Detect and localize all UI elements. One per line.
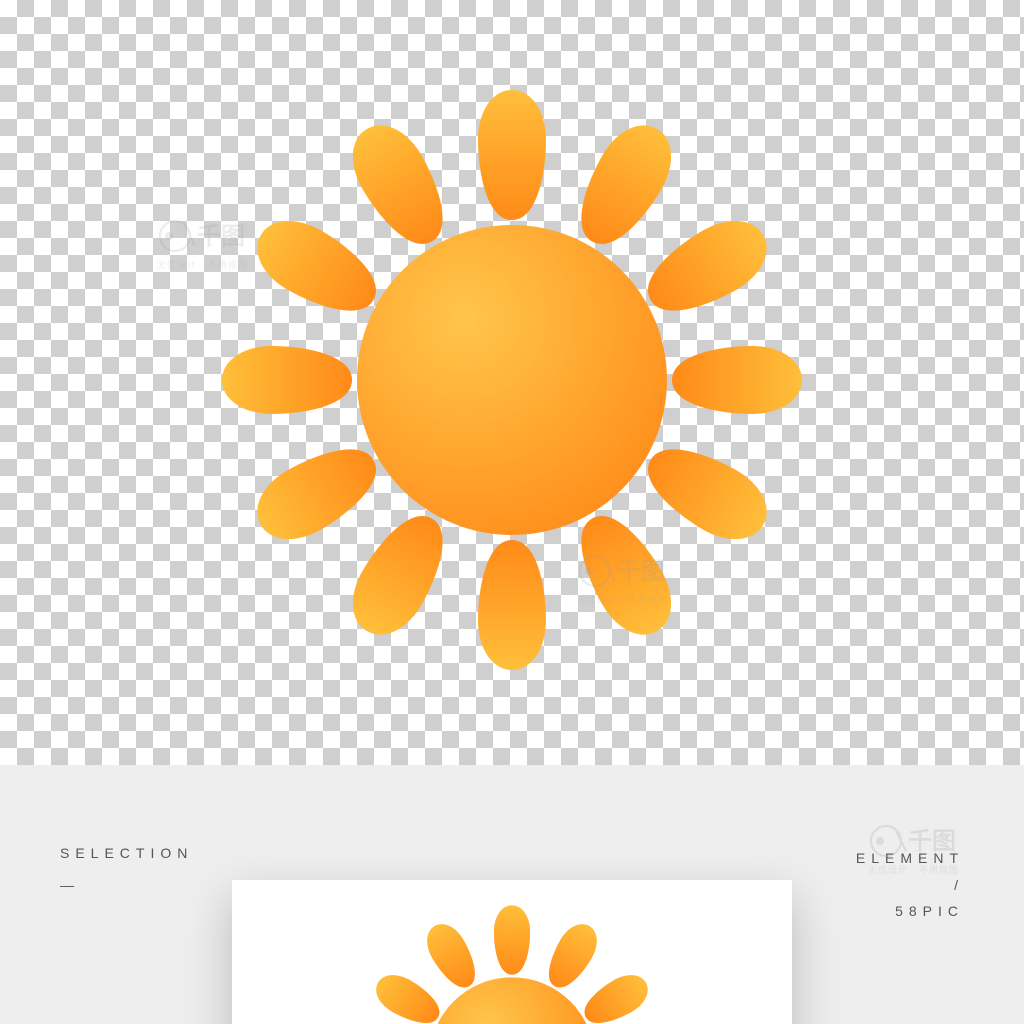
label-selection: SELECTION	[60, 845, 193, 861]
sun-icon	[352, 900, 672, 1024]
label-element: ELEMENT / 58PIC	[856, 845, 964, 925]
mockup-presentation-area: SELECTION — ELEMENT / 58PIC	[0, 765, 1024, 1024]
mockup-card	[232, 880, 792, 1024]
label-element-line3: 58PIC	[856, 898, 964, 925]
label-selection-dash: —	[60, 877, 78, 893]
sun-graphic	[212, 80, 812, 680]
transparency-preview-area: 千图 无忧设计 · 不用抠图 千图 无忧设计 · 不用抠图	[0, 0, 1024, 765]
label-element-line1: ELEMENT	[856, 845, 964, 872]
label-element-line2: /	[856, 872, 964, 899]
sun-icon	[212, 80, 812, 680]
